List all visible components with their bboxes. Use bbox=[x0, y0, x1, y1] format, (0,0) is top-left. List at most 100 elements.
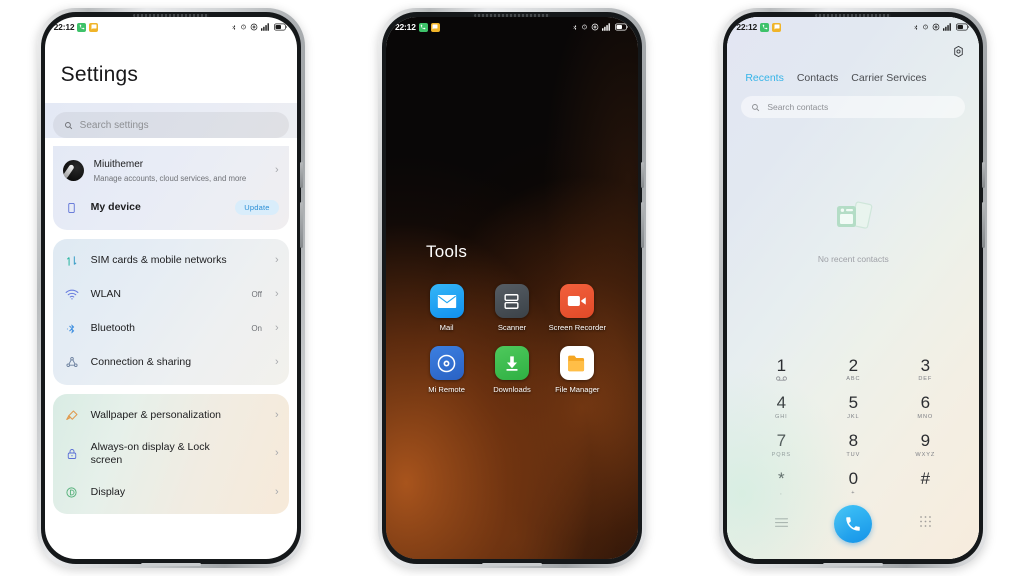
tab-contacts[interactable]: Contacts bbox=[797, 72, 838, 84]
phone-badge-icon bbox=[418, 22, 428, 32]
tab-carrier-services[interactable]: Carrier Services bbox=[851, 72, 926, 84]
lock-icon bbox=[63, 447, 81, 461]
search-contacts-input[interactable]: Search contacts bbox=[741, 96, 966, 118]
signal-icon bbox=[601, 23, 610, 31]
chevron-right-icon: › bbox=[274, 288, 279, 301]
mail-icon bbox=[429, 284, 464, 318]
dialpad-key-9[interactable]: 9 WXYZ bbox=[889, 427, 961, 463]
dialpad-key-star[interactable]: * , bbox=[745, 465, 817, 501]
battery-icon bbox=[273, 23, 287, 31]
dialpad-key-5[interactable]: 5 JKL bbox=[817, 389, 889, 425]
call-icon bbox=[846, 517, 861, 531]
dialpad-key-4[interactable]: 4 GHI bbox=[745, 389, 817, 425]
power-button[interactable] bbox=[299, 202, 303, 248]
key-number: 8 bbox=[848, 431, 859, 451]
bluetooth-icon bbox=[63, 322, 81, 336]
video-camera-icon bbox=[560, 284, 595, 318]
keypad-dots-icon[interactable] bbox=[919, 515, 932, 533]
app-scanner[interactable]: Scanner bbox=[479, 284, 544, 332]
voicemail-icon bbox=[775, 376, 787, 383]
settings-group-account: Miuithemer Manage accounts, cloud servic… bbox=[52, 146, 289, 230]
settings-list[interactable]: Search settings Miuithemer Manage accoun… bbox=[44, 103, 297, 559]
sidebar-item-always-on-display[interactable]: Always-on display & Lock screen › bbox=[53, 433, 289, 475]
update-badge[interactable]: Update bbox=[235, 200, 279, 216]
dialpad-key-7[interactable]: 7 PQRS bbox=[745, 427, 817, 463]
share-icon bbox=[63, 356, 81, 369]
earpiece-speaker bbox=[473, 14, 550, 17]
sim-cards-label: SIM cards & mobile networks bbox=[90, 254, 227, 267]
download-arrow-icon bbox=[494, 346, 529, 381]
earpiece-speaker bbox=[132, 14, 209, 17]
home-phone: 22:12 Tools Mail Scanner Screen Recorder… bbox=[377, 8, 646, 568]
volume-button[interactable] bbox=[982, 162, 986, 188]
dialpad-key-8[interactable]: 8 TUV bbox=[817, 427, 889, 463]
chevron-right-icon: › bbox=[274, 164, 279, 177]
brush-icon bbox=[63, 409, 81, 423]
message-badge-icon bbox=[89, 22, 99, 32]
settings-phone-bezel: 22:12 Settings Search settings Miuitheme… bbox=[40, 12, 303, 566]
key-letters: ABC bbox=[846, 376, 861, 383]
sidebar-item-display[interactable]: Display › bbox=[53, 475, 289, 509]
key-letters: GHI bbox=[774, 414, 788, 421]
sidebar-item-bluetooth[interactable]: Bluetooth On › bbox=[53, 312, 289, 346]
sidebar-item-connection-sharing[interactable]: Connection & sharing › bbox=[53, 346, 289, 380]
dialpad-key-2[interactable]: 2 ABC bbox=[817, 352, 889, 388]
wifi-icon bbox=[63, 289, 81, 300]
power-button[interactable] bbox=[982, 202, 986, 248]
sidebar-item-my-device[interactable]: My device Update bbox=[53, 191, 289, 225]
search-input[interactable]: Search settings bbox=[52, 112, 289, 138]
settings-screen: 22:12 Settings Search settings Miuitheme… bbox=[44, 17, 297, 559]
key-number: 9 bbox=[920, 431, 931, 451]
wlan-value: Off bbox=[251, 290, 262, 300]
dialpad-key-1[interactable]: 1 bbox=[745, 352, 817, 388]
wlan-label: WLAN bbox=[90, 288, 121, 301]
sim-signal-icon bbox=[63, 254, 81, 268]
page-title: Settings bbox=[60, 63, 139, 86]
home-screen: 22:12 Tools Mail Scanner Screen Recorder… bbox=[385, 17, 638, 559]
status-bar: 22:12 bbox=[45, 17, 297, 37]
message-badge-icon bbox=[430, 22, 440, 32]
dialpad-key-0[interactable]: 0 + bbox=[817, 465, 889, 501]
key-letters: + bbox=[851, 490, 856, 496]
volume-button[interactable] bbox=[299, 162, 303, 188]
app-mail[interactable]: Mail bbox=[414, 284, 479, 332]
dialpad-key-3[interactable]: 3 DEF bbox=[889, 352, 961, 388]
battery-icon bbox=[956, 23, 970, 31]
app-screen-recorder[interactable]: Screen Recorder bbox=[545, 284, 610, 332]
chevron-right-icon: › bbox=[274, 356, 279, 369]
status-time: 22:12 bbox=[53, 22, 75, 32]
volume-button[interactable] bbox=[640, 162, 644, 188]
call-button[interactable] bbox=[834, 505, 873, 543]
status-bar-left: 22:12 bbox=[736, 22, 782, 32]
menu-lines-icon[interactable] bbox=[774, 515, 789, 533]
sidebar-item-sim-cards[interactable]: SIM cards & mobile networks › bbox=[53, 244, 289, 278]
settings-group-personalization: Wallpaper & personalization › Always-on … bbox=[52, 393, 289, 515]
alarm-icon bbox=[240, 24, 246, 30]
status-bar-right bbox=[572, 23, 628, 32]
app-mi-remote[interactable]: Mi Remote bbox=[414, 346, 479, 394]
my-device-label: My device bbox=[90, 201, 141, 214]
always-on-display-label: Always-on display & Lock screen bbox=[90, 440, 210, 466]
status-bar-left: 22:12 bbox=[54, 22, 99, 32]
search-icon bbox=[64, 121, 72, 129]
dialpad-key-hash[interactable]: # bbox=[889, 465, 961, 501]
tab-recents[interactable]: Recents bbox=[745, 72, 784, 84]
app-label: Mi Remote bbox=[428, 385, 465, 395]
dialer-toolbar bbox=[727, 37, 979, 63]
alarm-icon bbox=[582, 24, 587, 30]
wallpaper-label: Wallpaper & personalization bbox=[90, 409, 222, 422]
sidebar-item-wlan[interactable]: WLAN Off › bbox=[53, 278, 289, 312]
power-button[interactable] bbox=[640, 202, 644, 248]
gear-icon[interactable] bbox=[952, 45, 965, 63]
key-number: 1 bbox=[776, 355, 787, 375]
app-downloads[interactable]: Downloads bbox=[479, 346, 544, 394]
sidebar-item-wallpaper[interactable]: Wallpaper & personalization › bbox=[53, 399, 289, 433]
chevron-right-icon: › bbox=[274, 254, 279, 267]
key-number: 2 bbox=[848, 355, 859, 375]
sidebar-item-account[interactable]: Miuithemer Manage accounts, cloud servic… bbox=[53, 151, 289, 191]
status-bar: 22:12 bbox=[386, 17, 638, 37]
dialpad-key-6[interactable]: 6 MNO bbox=[889, 389, 961, 425]
phone-badge-icon bbox=[760, 22, 770, 32]
no-contacts-icon bbox=[830, 199, 876, 244]
app-file-manager[interactable]: File Manager bbox=[545, 346, 610, 394]
